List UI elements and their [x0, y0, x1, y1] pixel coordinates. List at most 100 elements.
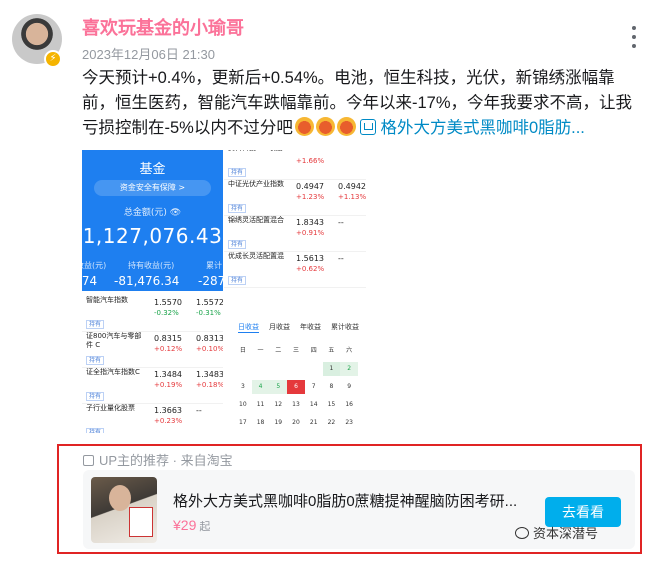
fund-name: 智能汽车指数: [86, 296, 128, 304]
fund-row[interactable]: 中证光伏产业指数 0.4947 +1.23% 0.4942 +1.13% 持有: [224, 176, 366, 216]
calendar-cell: 8: [329, 383, 334, 390]
fund-row[interactable]: 智能汽车指数 1.5570 -0.32% 1.5572 -0.31% 持有: [82, 292, 223, 332]
fund-est-nav: --: [338, 218, 344, 227]
fund-nav: 0.4947: [296, 182, 324, 191]
fund-nav: 1.5613: [296, 254, 324, 263]
post-timestamp: 2023年12月06日 21:30: [82, 47, 215, 62]
calendar-cell: [305, 362, 323, 376]
calendar-grid: 日一二三四五六 1 2 3 4 5 6 7 8 9 10 11 12 13 14 15 16 17 18 19 20 21…: [234, 344, 358, 430]
fund-row[interactable]: 证800汽车与零部件 C 0.8315 +0.12% 0.8313 +0.10% 持有: [82, 328, 223, 368]
image-earnings-calendar[interactable]: 日收益 月收益 年收益 累计收益 日一二三四五六 1 2 3 4 5 6 7 8 9 10 11 12 1…: [224, 292, 366, 433]
fund-est-nav: --: [196, 406, 202, 415]
watermark: 资本深潜号: [515, 523, 598, 542]
calendar-cell: 5: [269, 380, 288, 394]
fund-name: 子行业量化股票: [86, 404, 135, 412]
calendar-header: [224, 292, 366, 314]
post-text: 今天预计+0.4%，更新后+0.54%。电池，恒生科技，光伏，新锦绣涨幅靠前，恒…: [82, 66, 637, 141]
calendar-cell: [287, 362, 305, 376]
calendar-cell: 15: [327, 401, 336, 408]
fund-change: +0.91%: [296, 229, 325, 237]
calendar-cell: 20: [292, 419, 300, 426]
fund-change: +0.12%: [154, 345, 183, 353]
fund-row[interactable]: 证全指汽车指数C 1.3484 +0.19% 1.3483 +0.18% 持有: [82, 364, 223, 404]
fund-change: +1.23%: [296, 193, 325, 201]
product-thumbnail[interactable]: [91, 477, 157, 543]
calendar-cell: 19: [274, 419, 283, 426]
image-fund-list-top[interactable]: 资料科技ETF联接 +1.66% 持有 中证光伏产业指数 0.4947 +1.23% 0.4…: [224, 150, 366, 291]
crying-emoji-icon: [336, 117, 356, 136]
calendar-cell: 三: [292, 347, 299, 354]
lightning-icon: ⚡: [44, 50, 62, 68]
wechat-icon: [515, 527, 529, 539]
calendar-cell: 四: [310, 347, 317, 354]
fund-name: 证800汽车与零部件 C: [86, 332, 142, 349]
crying-emoji-icon: [315, 117, 335, 136]
fund-total-label: 总金额(元) 👁: [123, 208, 182, 218]
calendar-cell: 9: [347, 383, 352, 390]
fund-est-change: +0.10%: [196, 345, 223, 353]
goods-link-label: 格外大方美式黑咖啡0脂肪...: [380, 119, 585, 137]
calendar-cell: [234, 362, 252, 376]
fund-nav: 1.3663: [154, 406, 182, 415]
fund-change: -0.32%: [154, 309, 179, 317]
calendar-cell: 二: [275, 347, 282, 354]
crying-emoji-icon: [294, 117, 314, 136]
fund-est-nav: --: [338, 254, 344, 263]
fund-est-change: +1.13%: [338, 193, 366, 201]
fund-row[interactable]: 子行业量化股票 1.3663 +0.23% -- 持有: [82, 400, 223, 433]
calendar-cell: 2: [340, 362, 358, 376]
fund-est-nav: 0.8313: [196, 334, 223, 343]
calendar-cell: 11: [256, 401, 265, 408]
product-price: ¥29 起: [173, 517, 211, 533]
fund-row[interactable]: 优成长灵活配置混 1.5613 +0.62% -- 持有: [224, 248, 366, 288]
image-fund-list-bottom[interactable]: 智能汽车指数 1.5570 -0.32% 1.5572 -0.31% 持有 证800汽车与零…: [82, 292, 223, 433]
image-fund-summary[interactable]: 基金 资金安全有保障 > 总金额(元) 👁 1,127,076.43 收益(元)…: [82, 150, 223, 291]
calendar-cell: [269, 362, 287, 376]
fund-nav: 1.8343: [296, 218, 324, 227]
product-title[interactable]: 格外大方美式黑咖啡0脂肪0蔗糖提神醒脑防困考研...: [173, 490, 517, 511]
holding-tag: 持有: [86, 428, 105, 433]
shopping-bag-icon: [83, 455, 94, 466]
calendar-cell: 日: [239, 347, 246, 354]
fund-name: 优成长灵活配置混: [228, 252, 284, 260]
calendar-cell: 16: [345, 401, 353, 408]
fund-name: 证全指汽车指数C: [86, 368, 140, 376]
calendar-cell: 22: [327, 419, 336, 426]
fund-title: 基金: [139, 162, 166, 177]
goods-link[interactable]: 格外大方美式黑咖啡0脂肪...: [360, 119, 585, 137]
calendar-cell: 12: [274, 401, 283, 408]
holding-tag: 持有: [228, 276, 247, 285]
calendar-cell: 17: [239, 419, 247, 426]
calendar-cell: 7: [311, 383, 316, 390]
fund-nav: 1.5570: [154, 298, 182, 307]
calendar-cell: 21: [309, 419, 318, 426]
fund-change: +0.23%: [154, 417, 183, 425]
author-name[interactable]: 喜欢玩基金的小瑜哥: [82, 14, 244, 40]
more-options-icon[interactable]: [630, 26, 638, 48]
fund-name: 锦绣灵活配置混合: [228, 216, 284, 224]
calendar-tabs: 日收益 月收益 年收益 累计收益: [238, 323, 359, 333]
calendar-cell: 五: [328, 347, 335, 354]
calendar-cell: [252, 362, 270, 376]
calendar-cell: 6: [287, 380, 305, 394]
fund-row[interactable]: 锦绣灵活配置混合 1.8343 +0.91% -- 持有: [224, 212, 366, 252]
fund-change: +1.66%: [296, 157, 325, 165]
fund-est-nav: 1.5572: [196, 298, 223, 307]
fund-change: +0.62%: [296, 265, 325, 273]
calendar-cell: 一: [257, 347, 264, 354]
fund-est-nav: 1.3483: [196, 370, 223, 379]
fund-est-change: -0.31%: [196, 309, 221, 317]
calendar-cell: 4: [251, 380, 270, 394]
fund-nav: 0.8315: [154, 334, 182, 343]
shopping-bag-icon: [360, 119, 377, 135]
fund-safety-banner: 资金安全有保障 >: [94, 180, 211, 196]
fund-est-change: +0.18%: [196, 381, 223, 389]
fund-name: 资料科技ETF联接: [228, 150, 288, 153]
calendar-cell: 13: [292, 401, 300, 408]
calendar-cell: 3: [240, 383, 245, 390]
calendar-cell: 六: [346, 347, 353, 354]
calendar-cell: 23: [345, 419, 353, 426]
calendar-cell: 14: [309, 401, 318, 408]
calendar-cell: 18: [256, 419, 265, 426]
eye-icon: 👁: [169, 208, 182, 218]
